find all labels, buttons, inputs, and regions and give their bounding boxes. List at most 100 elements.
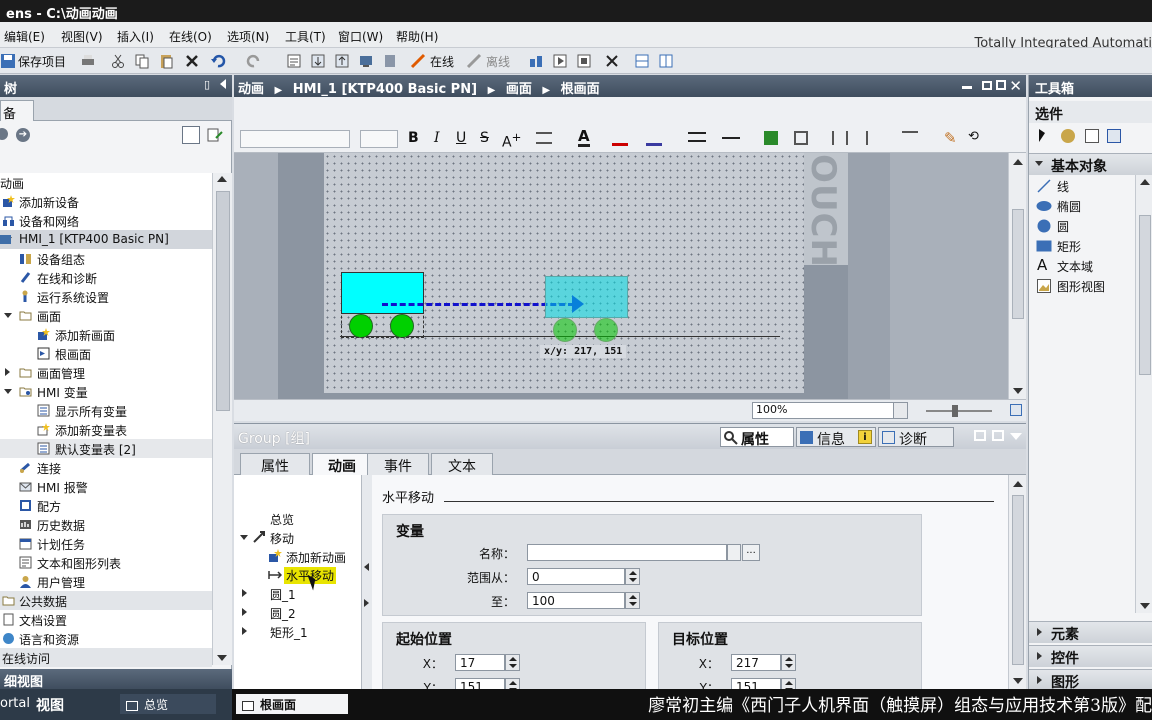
zoom-dropdown[interactable]: 100% xyxy=(752,402,908,419)
details-view-header[interactable]: 细视图 xyxy=(0,669,232,690)
scroll-up-icon[interactable] xyxy=(1140,179,1150,185)
expand-arrow-icon[interactable] xyxy=(242,608,247,616)
zoom-slider-handle[interactable] xyxy=(952,405,958,417)
close-editor-icon[interactable]: ✕ xyxy=(1009,77,1022,95)
expand-arrow-icon[interactable] xyxy=(1037,652,1042,660)
size-icon[interactable] xyxy=(902,131,918,145)
target-y-field[interactable]: 151 xyxy=(731,678,781,689)
range-from-field[interactable]: 0 xyxy=(527,568,625,585)
print-icon[interactable] xyxy=(80,53,96,69)
zoom-slider[interactable] xyxy=(926,405,992,417)
graphics-section[interactable]: 图形 xyxy=(1029,669,1152,691)
tree-item-languages[interactable]: 语言和资源 xyxy=(0,629,212,648)
font-grow-button[interactable]: A+ xyxy=(502,130,521,151)
align-objects-icon[interactable] xyxy=(832,131,848,145)
go-online-button[interactable]: 在线 xyxy=(430,53,454,70)
tree-options-icon[interactable] xyxy=(206,126,224,144)
info-tab[interactable]: 信息 i xyxy=(796,427,876,448)
expand-arrow-icon[interactable] xyxy=(240,535,248,540)
target-y-stepper[interactable] xyxy=(781,678,796,689)
breadcrumb-project[interactable]: 动画 xyxy=(238,82,264,97)
nav-circle-1[interactable]: 圆_1 xyxy=(270,586,296,603)
tree-item-historical-data[interactable]: 历史数据 xyxy=(0,515,212,534)
format-painter-icon[interactable]: ✎ xyxy=(944,129,957,147)
line-style-icon[interactable] xyxy=(722,137,740,139)
start-y-stepper[interactable] xyxy=(505,678,520,689)
forward-icon[interactable]: ➔ xyxy=(16,128,30,142)
tree-item-devices-networks[interactable]: 设备和网络 xyxy=(0,211,212,230)
go-offline-icon[interactable] xyxy=(466,53,482,69)
scroll-down-icon[interactable] xyxy=(217,655,227,661)
maximize-icon[interactable] xyxy=(996,80,1006,90)
font-size-dropdown[interactable] xyxy=(360,130,398,148)
target-x-field[interactable]: 217 xyxy=(731,654,781,671)
menu-view[interactable]: 视图(V) xyxy=(61,28,103,45)
strikethrough-button[interactable]: S xyxy=(480,130,489,146)
fit-screen-icon[interactable] xyxy=(1010,404,1022,416)
range-to-stepper[interactable] xyxy=(625,592,640,609)
nav-rectangle-1[interactable]: 矩形_1 xyxy=(270,624,308,641)
browse-tag-button[interactable]: ... xyxy=(742,544,760,561)
tree-item-online-diagnostics[interactable]: 在线和诊断 xyxy=(0,268,212,287)
tree-item-scheduled-tasks[interactable]: 计划任务 xyxy=(0,534,212,553)
tree-item-recipes[interactable]: 配方 xyxy=(0,496,212,515)
expand-arrow-icon[interactable] xyxy=(1037,676,1042,684)
tree-item-text-graphic-lists[interactable]: 文本和图形列表 xyxy=(0,553,212,572)
chevron-right-icon[interactable] xyxy=(364,599,369,607)
align-icon[interactable] xyxy=(536,132,552,144)
compile-icon[interactable] xyxy=(286,53,302,69)
tree-item-runtime-settings[interactable]: 运行系统设置 xyxy=(0,287,212,306)
tree-item-root-screen[interactable]: 根画面 xyxy=(0,344,212,363)
expand-arrow-icon[interactable] xyxy=(4,389,12,394)
nav-overview[interactable]: 总览 xyxy=(270,511,294,528)
tree-item-device-config[interactable]: 设备组态 xyxy=(0,249,212,268)
menu-help[interactable]: 帮助(H) xyxy=(396,28,438,45)
object-icon[interactable] xyxy=(1061,129,1075,143)
menu-options[interactable]: 选项(N) xyxy=(227,28,269,45)
breadcrumb-screens[interactable]: 画面 xyxy=(506,82,532,97)
breadcrumb-device[interactable]: HMI_1 [KTP400 Basic PN] xyxy=(293,82,477,97)
scroll-thumb[interactable] xyxy=(1012,495,1024,665)
scroll-down-icon[interactable] xyxy=(1013,388,1023,394)
elements-section[interactable]: 元素 xyxy=(1029,621,1152,643)
tree-item-screens[interactable]: 画面 xyxy=(0,306,212,325)
line-width-icon[interactable] xyxy=(688,132,706,142)
save-project-button[interactable]: 保存项目 xyxy=(18,53,66,70)
canvas-vscroll[interactable] xyxy=(1008,153,1026,399)
tree-item-project[interactable]: 动画 xyxy=(0,173,212,192)
start-x-field[interactable]: 17 xyxy=(455,654,505,671)
rotate-icon[interactable]: ⟲ xyxy=(968,129,979,144)
collapse-panel-icon[interactable] xyxy=(220,79,226,89)
paste-icon[interactable] xyxy=(158,53,174,69)
tab-texts[interactable]: 文本 xyxy=(431,453,493,475)
menu-tools[interactable]: 工具(T) xyxy=(285,28,326,45)
tree-item-hmi-alarms[interactable]: HMI 报警 xyxy=(0,477,212,496)
expand-arrow-icon[interactable] xyxy=(1037,628,1042,636)
tree-item-default-tag-table[interactable]: 默认变量表 [2] xyxy=(0,439,212,458)
nav-circle-2[interactable]: 圆_2 xyxy=(270,605,296,622)
restore-icon[interactable] xyxy=(974,430,986,441)
tree-item-add-tag-table[interactable]: 添加新变量表 xyxy=(0,420,212,439)
properties-tab[interactable]: 属性 xyxy=(720,427,794,448)
overview-tab[interactable]: 总览 xyxy=(120,694,216,714)
upload-icon[interactable] xyxy=(334,53,350,69)
copy-icon[interactable] xyxy=(134,53,150,69)
controls-section[interactable]: 控件 xyxy=(1029,645,1152,667)
tree-item-screen-management[interactable]: 画面管理 xyxy=(0,363,212,382)
cut-icon[interactable] xyxy=(110,53,126,69)
simulate-icon[interactable] xyxy=(358,53,374,69)
chevron-left-icon[interactable] xyxy=(364,563,369,571)
tab-events[interactable]: 事件 xyxy=(367,453,429,475)
maximize-icon[interactable] xyxy=(992,430,1004,441)
nav-splitter[interactable] xyxy=(362,475,372,689)
tree-item-hmi-device[interactable]: HMI_1 [KTP400 Basic PN] xyxy=(0,230,212,249)
target-x-stepper[interactable] xyxy=(781,654,796,671)
basic-objects-section[interactable]: 基本对象 xyxy=(1029,153,1152,175)
start-y-field[interactable]: 151 xyxy=(455,678,505,689)
scroll-thumb[interactable] xyxy=(1139,215,1151,375)
split-horizontal-icon[interactable] xyxy=(634,53,650,69)
group-icon[interactable] xyxy=(794,131,808,145)
scroll-down-icon[interactable] xyxy=(1140,603,1150,609)
tree-item-show-all-tags[interactable]: 显示所有变量 xyxy=(0,401,212,420)
layer-icon[interactable] xyxy=(1085,129,1099,143)
